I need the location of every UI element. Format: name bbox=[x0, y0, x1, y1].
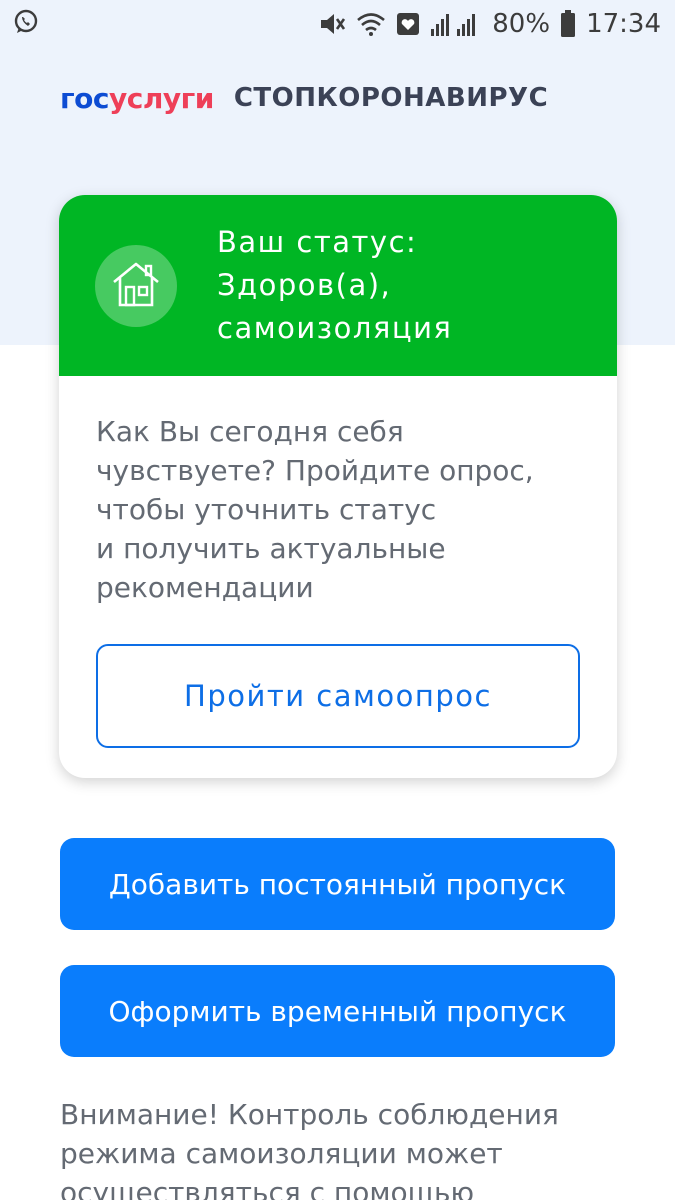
whatsapp-icon bbox=[12, 8, 40, 40]
warning-line: режима самоизоляции может bbox=[60, 1137, 503, 1170]
status-header: Ваш статус: Здоров(а), самоизоляция bbox=[59, 195, 617, 376]
status-bar: 80% 17:34 bbox=[0, 0, 675, 48]
battery-percent: 80% bbox=[492, 9, 551, 39]
prompt-line: рекомендации bbox=[96, 571, 314, 604]
wifi-icon bbox=[356, 11, 386, 37]
self-isolation-warning: Внимание! Контроль соблюдения режима сам… bbox=[60, 1095, 620, 1200]
prompt-line: чтобы уточнить статус bbox=[96, 493, 437, 526]
add-permanent-pass-button[interactable]: Добавить постоянный пропуск bbox=[60, 838, 615, 930]
status-text: Ваш статус: Здоров(а), самоизоляция bbox=[217, 221, 452, 350]
warning-line: Внимание! Контроль соблюдения bbox=[60, 1098, 559, 1131]
status-line: Здоров(а), bbox=[217, 268, 392, 302]
prompt-line: и получить актуальные bbox=[96, 532, 446, 565]
survey-prompt: Как Вы сегодня себя чувствуете? Пройдите… bbox=[96, 412, 566, 607]
status-card: Ваш статус: Здоров(а), самоизоляция Как … bbox=[59, 195, 617, 778]
app-header: госуслуги СТОПКОРОНАВИРУС bbox=[60, 76, 548, 120]
prompt-line: Как Вы сегодня себя bbox=[96, 415, 404, 448]
mute-icon bbox=[318, 11, 346, 37]
signal-icon bbox=[430, 11, 482, 37]
issue-temporary-pass-button[interactable]: Оформить временный пропуск bbox=[60, 965, 615, 1057]
app-title: СТОПКОРОНАВИРУС bbox=[233, 83, 549, 113]
clock: 17:34 bbox=[586, 9, 661, 39]
heart-notification-icon bbox=[396, 12, 420, 36]
home-icon-badge bbox=[95, 244, 177, 327]
app-screen: 80% 17:34 госуслуги СТОПКОРОНАВИРУС Ваш … bbox=[0, 0, 675, 1200]
status-line: Ваш статус: bbox=[217, 225, 418, 259]
battery-icon bbox=[560, 10, 576, 38]
prompt-line: чувствуете? Пройдите опрос, bbox=[96, 454, 534, 487]
home-icon bbox=[110, 260, 162, 312]
status-card-body: Как Вы сегодня себя чувствуете? Пройдите… bbox=[59, 376, 617, 748]
self-survey-button[interactable]: Пройти самоопрос bbox=[96, 644, 580, 748]
warning-line: осуществляться с помощью bbox=[60, 1176, 475, 1200]
status-line: самоизоляция bbox=[217, 311, 453, 345]
gosuslugi-logo: госуслуги bbox=[60, 81, 214, 115]
